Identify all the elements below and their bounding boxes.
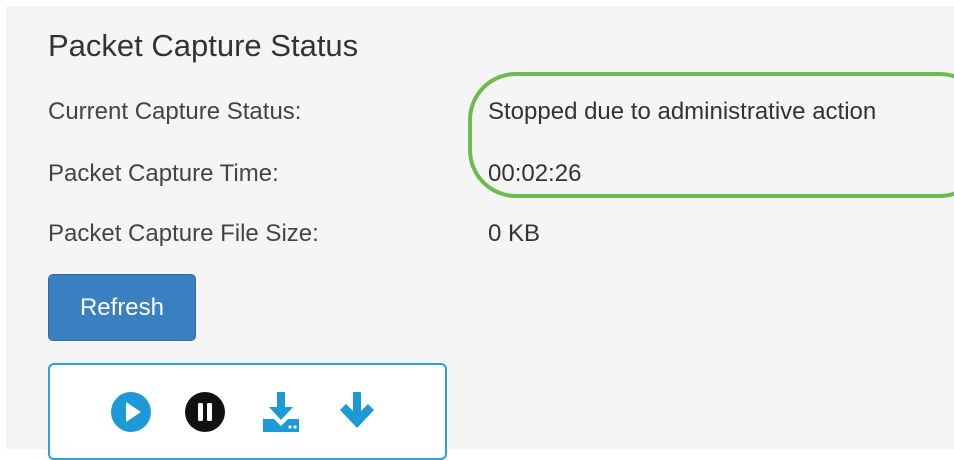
capture-toolbar [48, 363, 447, 460]
pause-button[interactable] [182, 389, 228, 435]
play-button[interactable] [108, 389, 154, 435]
packet-capture-panel: Packet Capture Status Current Capture St… [6, 6, 954, 460]
page-title: Packet Capture Status [48, 28, 359, 63]
highlight-annotation [468, 72, 954, 198]
packet-capture-file-size-label: Packet Capture File Size: [48, 220, 319, 247]
current-capture-status-label: Current Capture Status: [48, 98, 302, 125]
download-button[interactable] [334, 389, 380, 435]
download-arrow-icon [340, 392, 374, 428]
download-file-button[interactable] [258, 389, 304, 435]
download-file-icon [263, 392, 299, 432]
refresh-button[interactable]: Refresh [48, 274, 196, 341]
packet-capture-file-size-value: 0 KB [488, 220, 541, 247]
pause-icon [185, 392, 225, 432]
packet-capture-time-label: Packet Capture Time: [48, 160, 279, 187]
play-icon [111, 392, 151, 432]
